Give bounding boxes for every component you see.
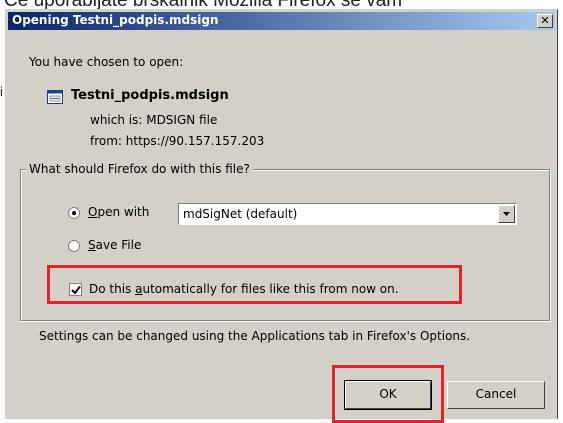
radio-selected-dot [72, 211, 76, 215]
background-page-fragment: i [0, 84, 3, 99]
document-icon [47, 90, 63, 104]
save-file-radio[interactable] [68, 240, 80, 252]
action-group-legend: What should Firefox do with this file? [26, 162, 253, 176]
open-with-label[interactable]: Open with [88, 205, 149, 219]
dialog-title: Opening Testni_podpis.mdsign [12, 13, 219, 27]
save-file-accel: S [88, 238, 96, 252]
cancel-button[interactable]: Cancel [447, 381, 545, 409]
file-type-label: which is: MDSIGN file [90, 113, 218, 127]
open-with-radio[interactable] [68, 207, 80, 219]
save-file-label[interactable]: Save File [88, 238, 141, 252]
ok-highlight-box [332, 365, 444, 423]
dropdown-button[interactable] [498, 205, 515, 223]
chevron-down-icon [503, 212, 510, 216]
settings-note: Settings can be changed using the Applic… [39, 329, 471, 343]
dialog-titlebar[interactable]: Opening Testni_podpis.mdsign ✕ [8, 12, 555, 30]
application-select-value: mdSigNet (default) [183, 207, 298, 221]
open-with-rest: pen with [97, 205, 150, 219]
chosen-to-open-label: You have chosen to open: [29, 55, 184, 69]
checkbox-highlight-box [47, 265, 462, 304]
file-name: Testni_podpis.mdsign [71, 88, 229, 103]
file-source-label: from: https://90.157.157.203 [90, 134, 265, 148]
close-button[interactable]: ✕ [537, 14, 553, 28]
file-open-dialog: Opening Testni_podpis.mdsign ✕ You have … [5, 9, 558, 423]
application-select[interactable]: mdSigNet (default) [178, 203, 517, 225]
close-icon: ✕ [540, 14, 550, 27]
save-file-rest: ave File [95, 238, 142, 252]
